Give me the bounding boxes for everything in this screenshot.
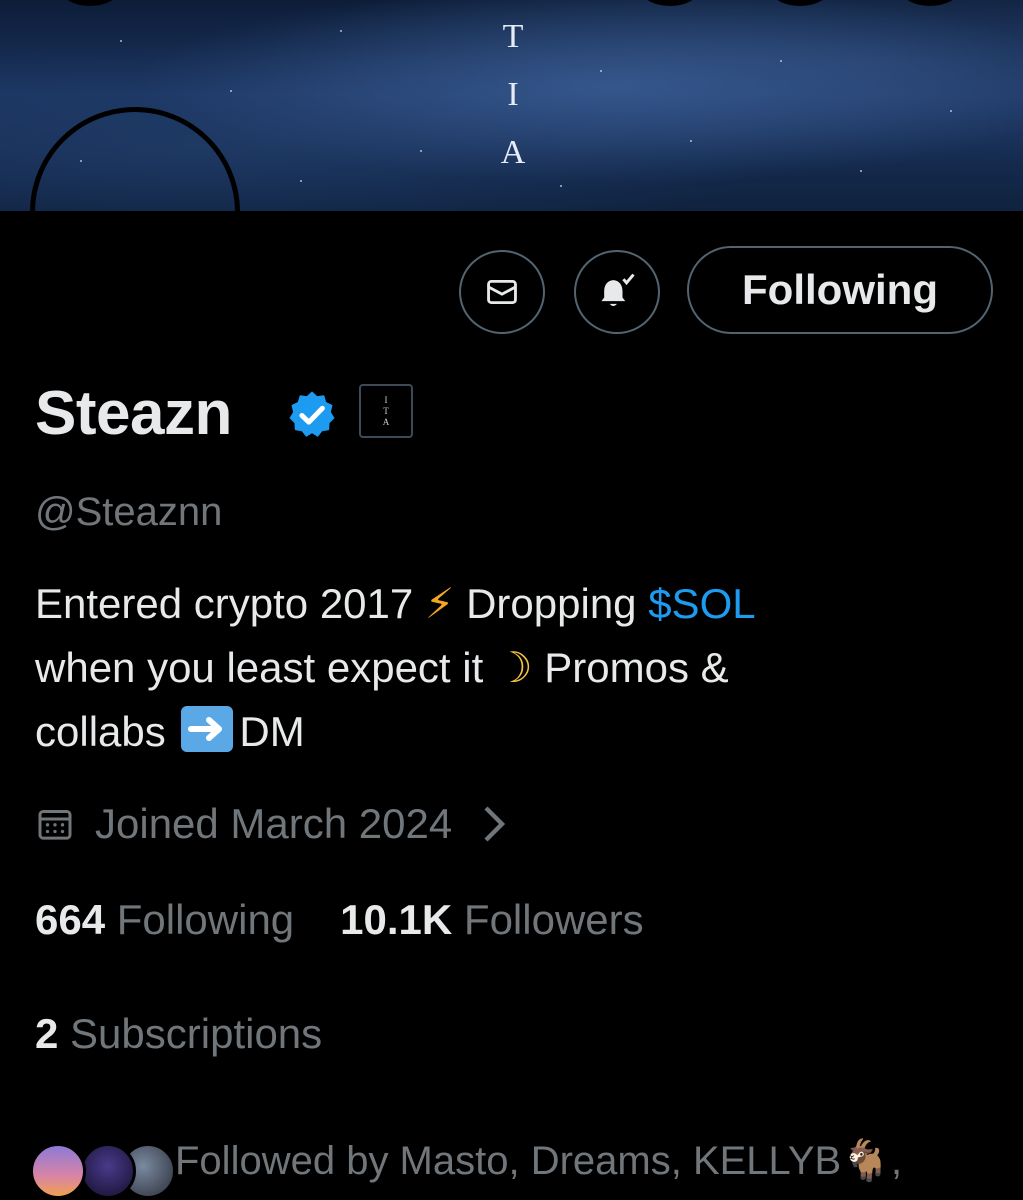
bio-text: collabs: [35, 708, 178, 755]
envelope-icon: [487, 279, 517, 305]
joined-date: Joined March 2024: [95, 800, 453, 847]
banner-letter: T: [502, 18, 524, 55]
affiliate-badge-letter: T: [383, 405, 389, 416]
cashtag-link[interactable]: $SOL: [648, 580, 755, 627]
bio-text: when you least expect it: [35, 644, 495, 691]
followers-stat[interactable]: 10.1K Followers: [340, 896, 643, 943]
followers-label: Followers: [463, 896, 644, 943]
following-button[interactable]: Following: [687, 246, 993, 334]
following-stat[interactable]: 664 Following: [35, 896, 294, 943]
affiliate-badge-letter: I: [384, 394, 388, 405]
banner-letter: A: [500, 134, 526, 171]
banner-title-letters: T I A: [498, 8, 528, 182]
banner-overlay-button: [900, 0, 960, 6]
right-arrow-icon: [181, 706, 234, 752]
banner-overlay-button: [770, 0, 830, 6]
subscriptions-stat[interactable]: 2 Subscriptions: [35, 1010, 322, 1058]
message-button[interactable]: [459, 250, 545, 334]
profile-bio: Entered crypto 2017 ⚡ Dropping $SOL when…: [35, 572, 975, 764]
followed-by-row[interactable]: Followed by Masto, Dreams, KELLYB🐐,: [30, 1125, 1023, 1200]
banner-letter: I: [507, 76, 519, 113]
calendar-icon: [38, 810, 72, 840]
following-count: 664: [35, 896, 106, 943]
display-name: Steazn: [35, 379, 232, 448]
following-label: Following: [116, 896, 295, 943]
bio-text: DM: [239, 708, 305, 755]
subscriptions-label: Subscriptions: [70, 1010, 323, 1057]
verified-badge-icon: [289, 391, 335, 437]
moon-icon: ☽: [494, 644, 533, 691]
notifications-button[interactable]: [574, 250, 660, 334]
follower-avatar: [30, 1143, 86, 1199]
followers-count: 10.1K: [340, 896, 453, 943]
follower-avatar: [80, 1143, 136, 1199]
follow-stats: 664 Following 10.1K Followers: [35, 896, 644, 944]
bell-check-icon: [601, 273, 635, 307]
bio-text: Dropping: [454, 580, 649, 627]
profile-page: T I A Following Steazn I T A @Steaznn En: [0, 0, 1023, 1200]
username-handle: @Steaznn: [35, 490, 223, 534]
banner-overlay-button: [640, 0, 700, 6]
joined-date-row[interactable]: Joined March 2024: [35, 800, 506, 848]
lightning-icon: ⚡: [424, 580, 455, 627]
affiliate-badge-letter: A: [382, 416, 390, 427]
affiliate-badge[interactable]: I T A: [359, 384, 413, 438]
chevron-right-icon: [484, 806, 506, 842]
banner-overlay-button: [60, 0, 120, 6]
followed-by-text: Followed by Masto, Dreams, KELLYB🐐,: [175, 1139, 903, 1183]
bio-text: Entered crypto 2017: [35, 580, 425, 627]
bio-text: Promos &: [532, 644, 729, 691]
subscriptions-count: 2: [35, 1010, 59, 1057]
